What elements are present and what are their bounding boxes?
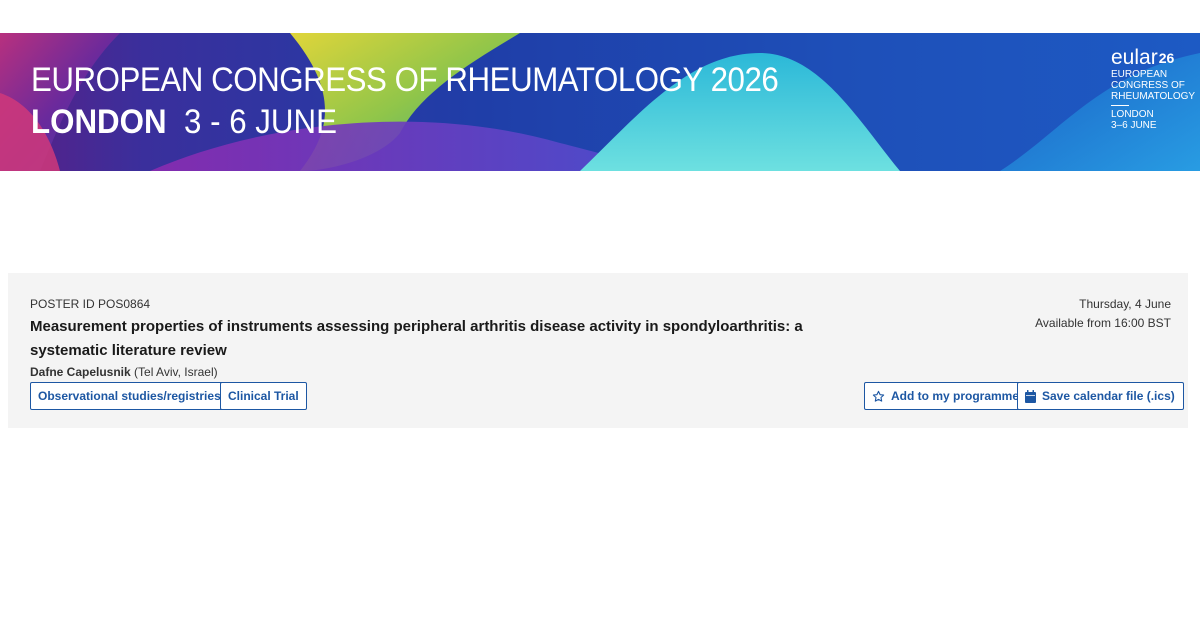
author-name: Dafne Capelusnik (30, 365, 131, 379)
save-calendar-label: Save calendar file (.ics) (1042, 389, 1175, 403)
calendar-icon (1025, 389, 1036, 403)
availability-time: Available from 16:00 BST (1035, 316, 1171, 330)
logo-line-5: 3–6 JUNE (1111, 120, 1157, 131)
add-to-programme-button[interactable]: Add to my programme (864, 382, 1029, 410)
logo-number: 26 (1158, 50, 1175, 66)
poster-id: POSTER ID POS0864 (30, 297, 151, 311)
add-to-programme-label: Add to my programme (891, 389, 1020, 403)
poster-card: POSTER ID POS0864 Measurement properties… (8, 273, 1188, 428)
logo-line-3: RHEUMATOLOGY (1111, 91, 1196, 102)
banner-artwork (0, 33, 1200, 171)
save-calendar-button[interactable]: Save calendar file (.ics) (1017, 382, 1184, 410)
logo-line-4: LONDON (1111, 109, 1154, 120)
congress-banner: EUROPEAN CONGRESS OF RHEUMATOLOGY 2026 L… (0, 33, 1200, 171)
author-affiliation: (Tel Aviv, Israel) (134, 365, 218, 379)
banner-dates: 3 - 6 JUNE (184, 103, 337, 141)
banner-city: LONDON (31, 103, 167, 141)
logo-word: eular (1111, 46, 1158, 69)
logo-line-1: EUROPEAN (1111, 69, 1168, 80)
eular-logo: eular26 EUROPEAN CONGRESS OF RHEUMATOLOG… (1111, 47, 1196, 131)
tag-observational-studies[interactable]: Observational studies/registries (30, 382, 229, 410)
banner-title: EUROPEAN CONGRESS OF RHEUMATOLOGY 2026 (31, 61, 779, 99)
session-date: Thursday, 4 June (1079, 297, 1171, 311)
logo-divider (1111, 105, 1129, 106)
poster-title[interactable]: Measurement properties of instruments as… (30, 315, 830, 363)
logo-line-2: CONGRESS OF (1111, 80, 1185, 91)
poster-author: Dafne Capelusnik (Tel Aviv, Israel) (30, 365, 218, 379)
star-outline-icon (872, 390, 885, 403)
tag-clinical-trial[interactable]: Clinical Trial (220, 382, 307, 410)
logo-wordmark: eular26 (1111, 47, 1191, 69)
